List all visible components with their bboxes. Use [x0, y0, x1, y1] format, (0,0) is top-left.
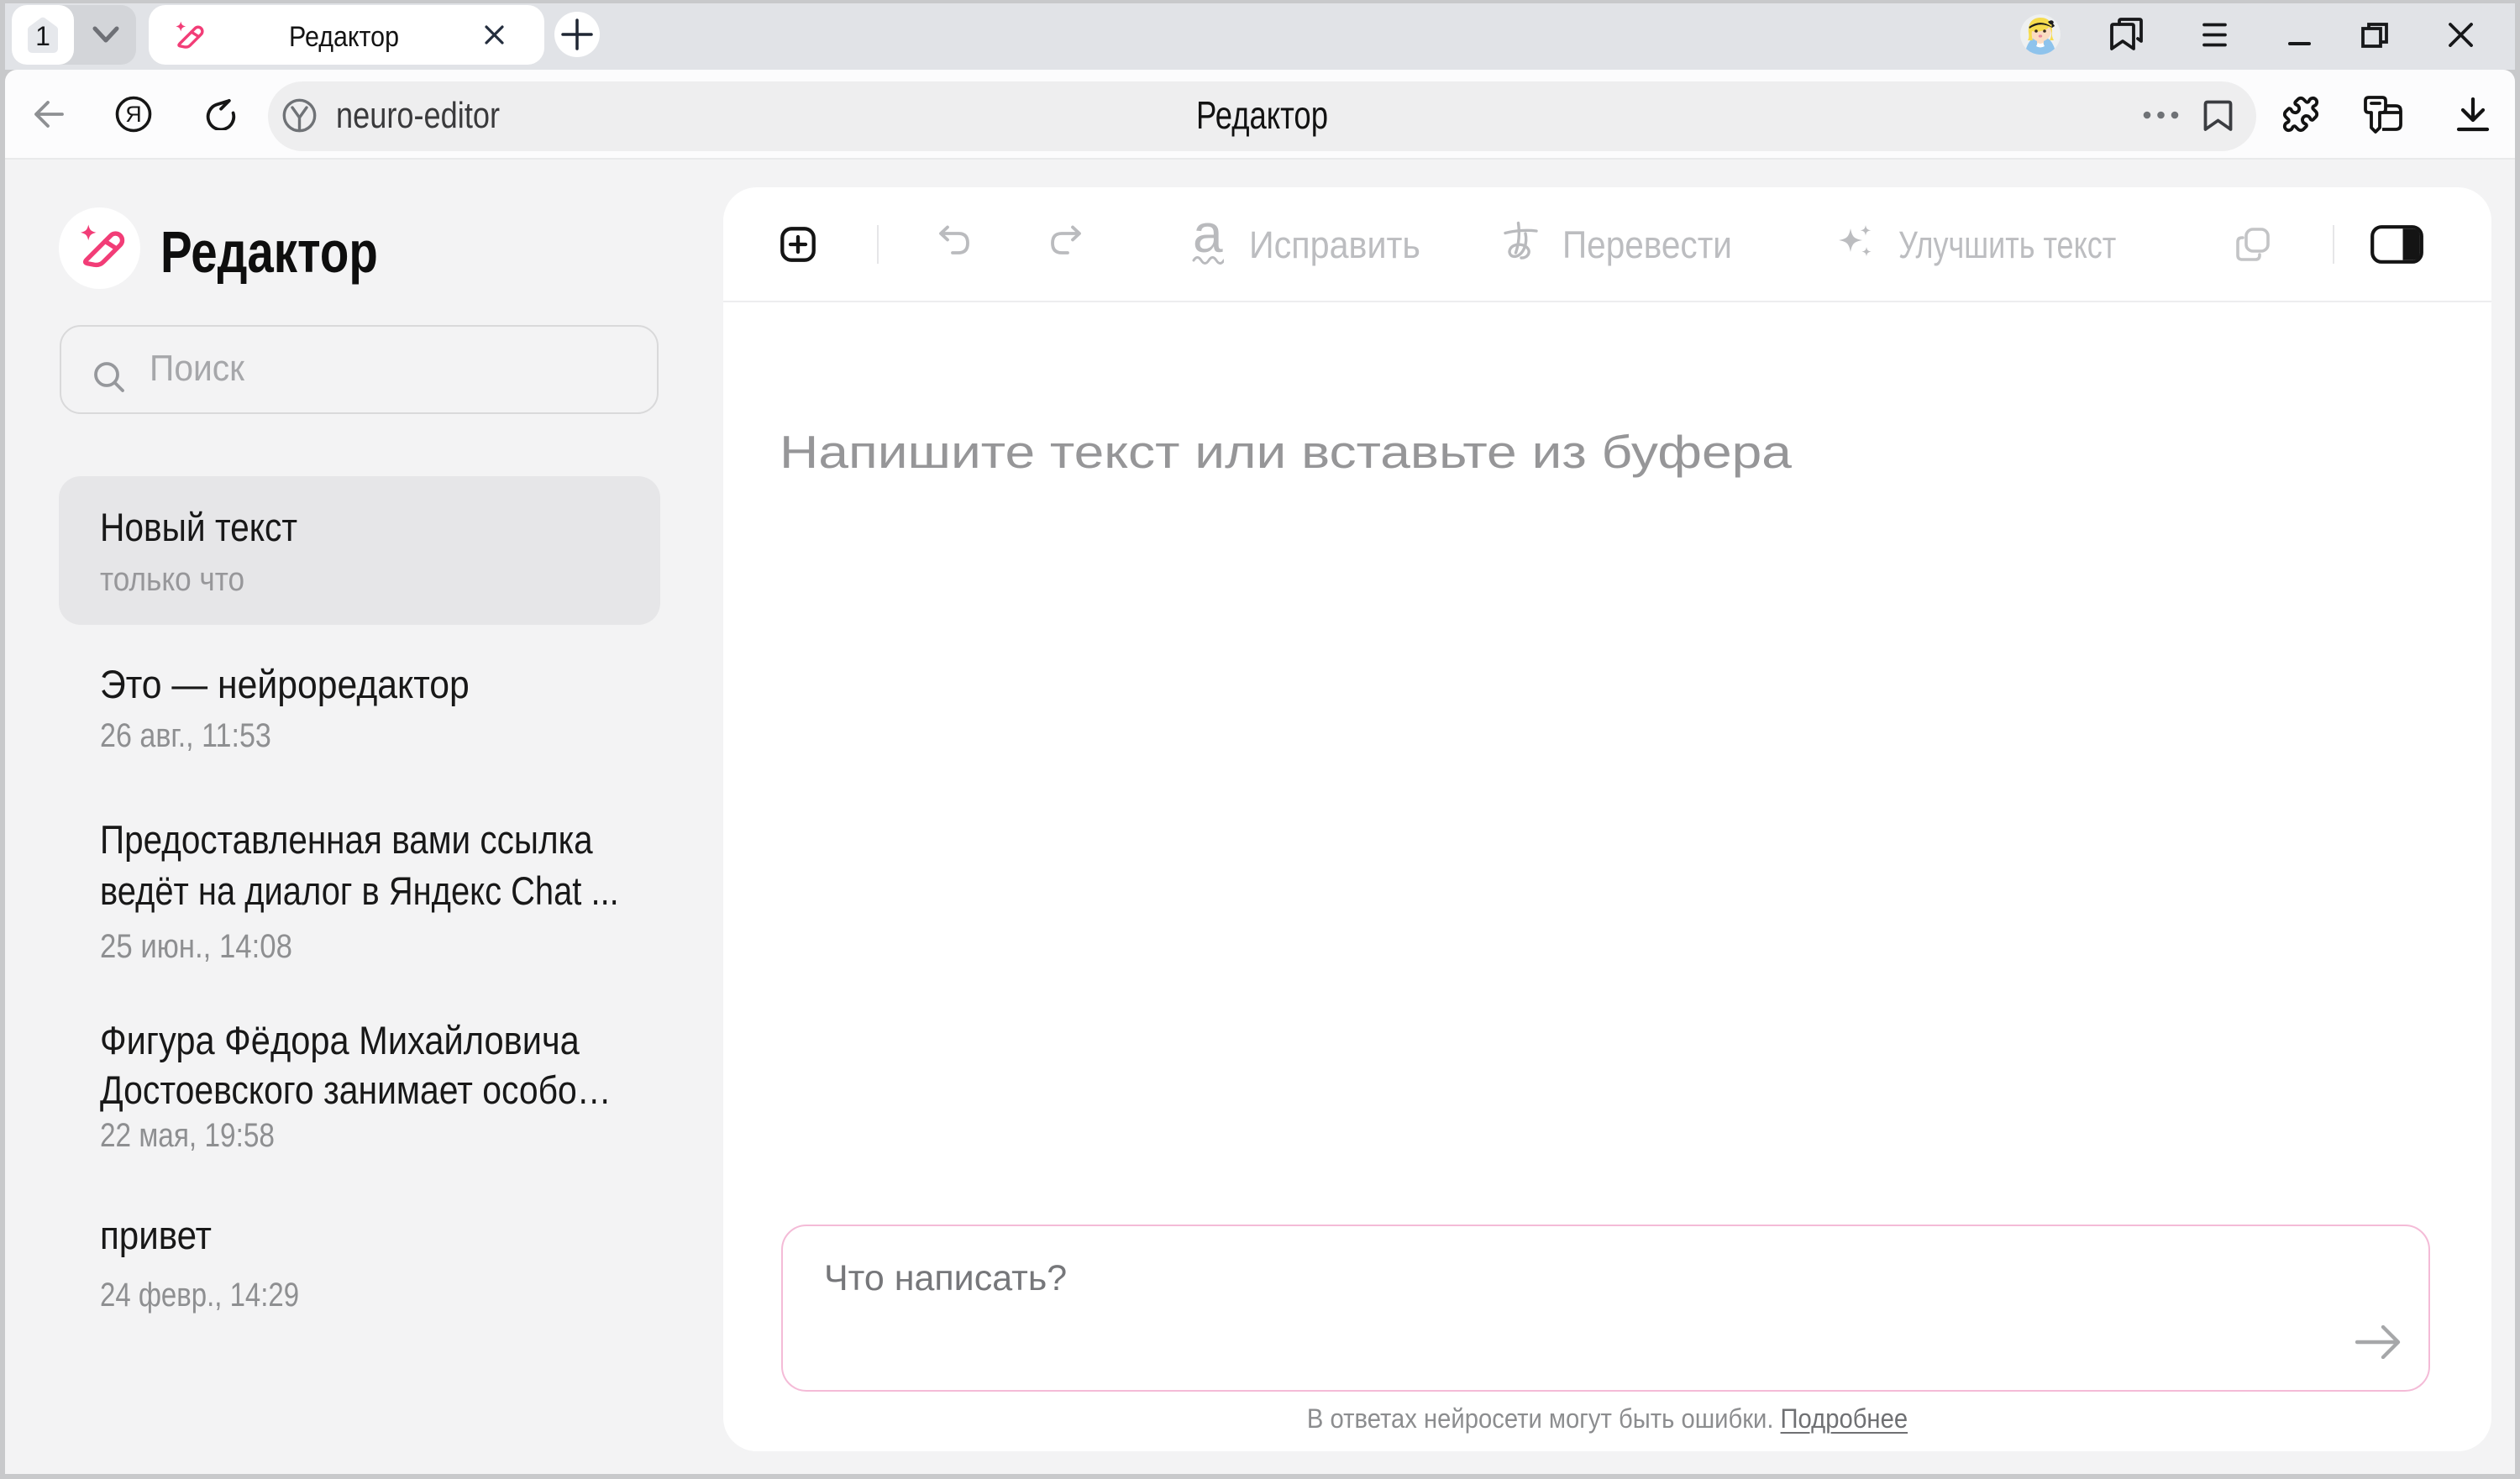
svg-text:Я: Я — [125, 102, 142, 127]
